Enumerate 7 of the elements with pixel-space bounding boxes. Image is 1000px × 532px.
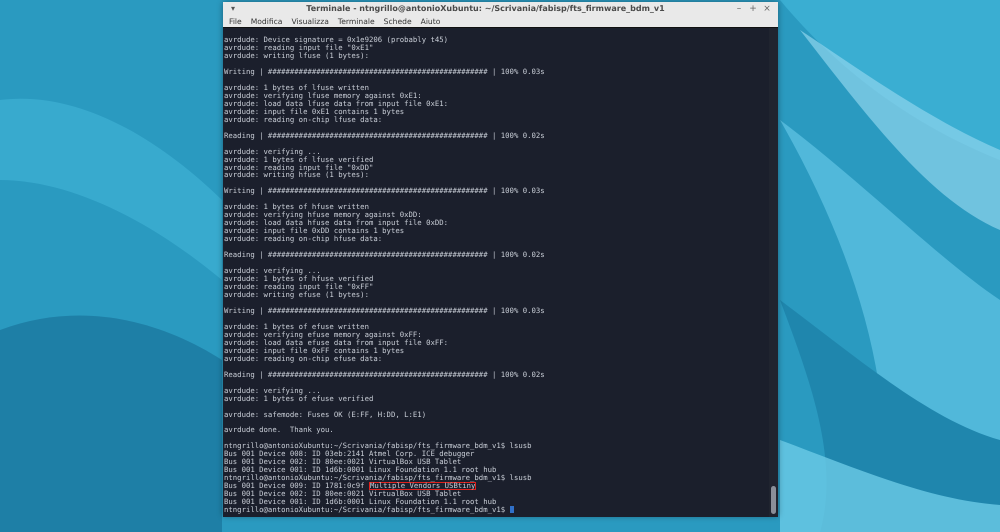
maximize-button[interactable]: + bbox=[746, 4, 760, 14]
close-button[interactable]: × bbox=[760, 4, 774, 14]
window-title: Terminale - ntngrillo@antonioXubuntu: ~/Scrivania/fabisp/fts_firmware_bdm_v1 bbox=[305, 4, 666, 13]
minimize-button[interactable]: – bbox=[732, 4, 746, 14]
window-menu-button[interactable]: ▾ bbox=[227, 4, 239, 13]
scrollbar[interactable] bbox=[769, 28, 778, 517]
scrollbar-thumb[interactable] bbox=[771, 486, 776, 514]
